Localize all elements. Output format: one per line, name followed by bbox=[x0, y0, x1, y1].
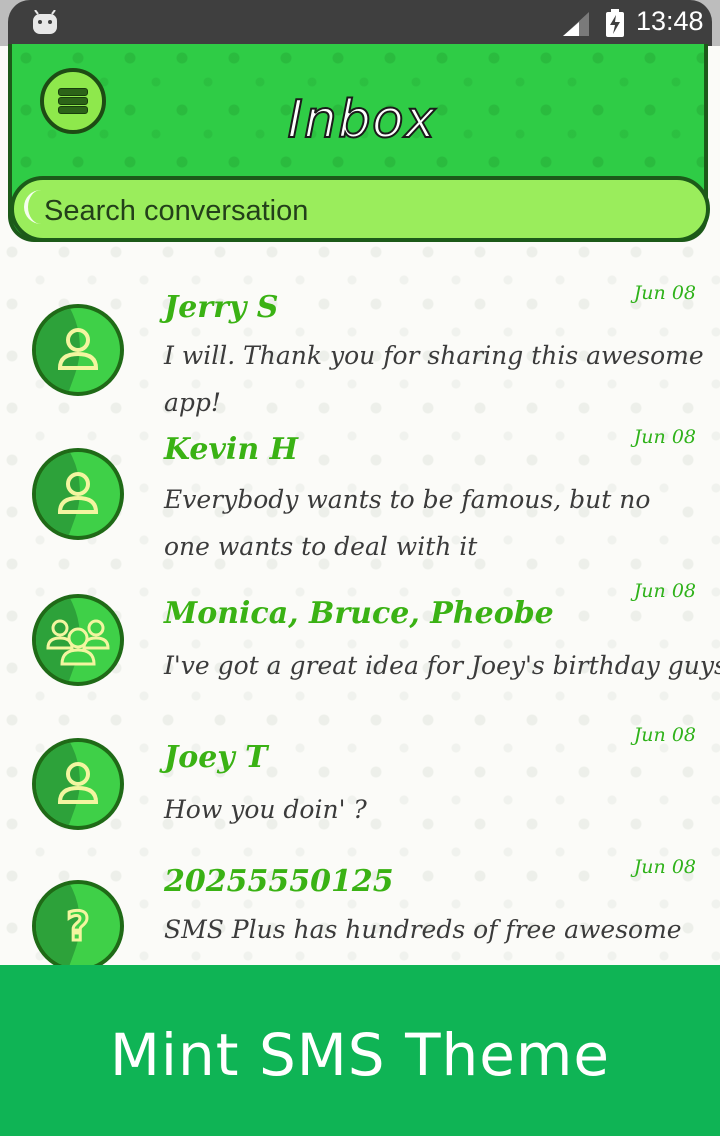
svg-text:?: ? bbox=[66, 904, 89, 950]
status-bar-inner: 13:48 bbox=[8, 0, 712, 46]
contact-name: Monica, Bruce, Pheobe bbox=[164, 596, 554, 631]
contact-name: 20255550125 bbox=[164, 864, 394, 899]
message-preview: I've got a great idea for Joey's birthda… bbox=[164, 651, 720, 680]
search-input[interactable] bbox=[42, 188, 686, 234]
conversation-item[interactable]: Kevin H Jun 08 Everybody wants to be fam… bbox=[0, 424, 720, 564]
page-title: Inbox bbox=[287, 89, 437, 151]
conversation-item[interactable]: ? 20255550125 Jun 08 SMS Plus has hundre… bbox=[0, 856, 720, 965]
signal-icon bbox=[563, 12, 589, 36]
contact-name: Jerry S bbox=[164, 290, 279, 325]
unknown-contact-icon: ? bbox=[65, 903, 91, 952]
message-date: Jun 08 bbox=[633, 724, 696, 746]
conversation-item[interactable]: Monica, Bruce, Pheobe Jun 08 I've got a … bbox=[0, 578, 720, 698]
contact-name: Kevin H bbox=[164, 432, 298, 467]
single-person-icon bbox=[57, 472, 99, 514]
contact-avatar bbox=[32, 594, 124, 686]
message-date: Jun 08 bbox=[633, 426, 696, 448]
message-preview: I will. Thank you for sharing this aweso… bbox=[164, 341, 704, 417]
single-person-icon bbox=[57, 328, 99, 370]
contact-avatar bbox=[32, 304, 124, 396]
contact-avatar: ? bbox=[32, 880, 124, 965]
message-preview: SMS Plus has hundreds of free awesome bbox=[164, 915, 682, 944]
message-date: Jun 08 bbox=[633, 282, 696, 304]
conversation-item[interactable]: Jerry S Jun 08 I will. Thank you for sha… bbox=[0, 280, 720, 420]
status-clock: 13:48 bbox=[636, 6, 704, 36]
promo-banner: Mint SMS Theme bbox=[0, 965, 720, 1136]
search-gloss bbox=[24, 190, 42, 224]
message-date: Jun 08 bbox=[633, 580, 696, 602]
contact-name: Joey T bbox=[164, 740, 268, 775]
conversation-item[interactable]: Joey T Jun 08 How you doin' ? bbox=[0, 722, 720, 852]
android-icon bbox=[33, 10, 57, 34]
search-bar[interactable] bbox=[10, 176, 710, 242]
contact-avatar bbox=[32, 738, 124, 830]
single-person-icon bbox=[57, 762, 99, 804]
status-bar: 13:48 bbox=[0, 0, 720, 46]
message-date: Jun 08 bbox=[633, 856, 696, 878]
battery-charging-icon bbox=[606, 9, 624, 37]
group-icon bbox=[46, 619, 110, 666]
conversation-list: Jerry S Jun 08 I will. Thank you for sha… bbox=[0, 260, 720, 965]
message-preview: How you doin' ? bbox=[164, 795, 367, 824]
banner-text: Mint SMS Theme bbox=[109, 1021, 611, 1089]
contact-avatar bbox=[32, 448, 124, 540]
message-preview: Everybody wants to be famous, but no one… bbox=[164, 485, 651, 561]
